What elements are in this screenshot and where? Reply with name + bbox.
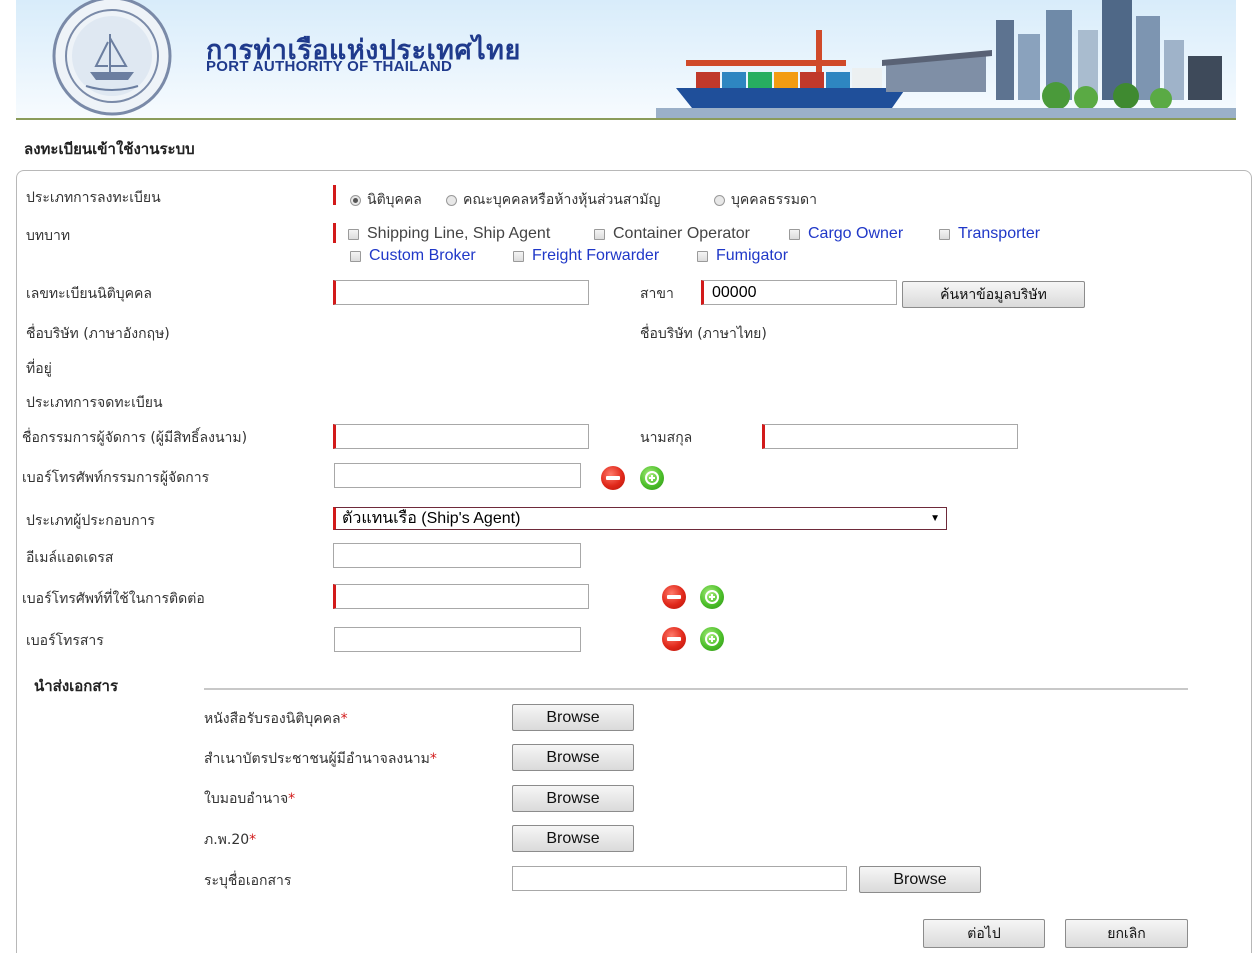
role-transporter[interactable]: Transporter <box>939 225 1040 243</box>
checkbox[interactable] <box>350 250 361 262</box>
email-input[interactable] <box>333 543 581 568</box>
other-doc-label: ระบุชื่อเอกสาร <box>204 873 292 889</box>
director-phone-label: เบอร์โทรศัพท์กรรมการผู้จัดการ <box>22 470 210 486</box>
director-name-input[interactable] <box>333 424 589 449</box>
operator-type-select[interactable]: ตัวแทนเรือ (Ship's Agent) ▼ <box>333 507 947 530</box>
role-container-operator[interactable]: Container Operator <box>594 225 750 243</box>
radio-group-partnership[interactable]: คณะบุคคลหรือห้างหุ้นส่วนสามัญ <box>446 189 661 211</box>
brand-title-english: PORT AUTHORITY OF THAILAND <box>206 58 453 75</box>
role-option-label: Freight Forwarder <box>532 247 660 264</box>
radio-individual[interactable]: บุคคลธรรมดา <box>714 189 817 211</box>
required-marker <box>333 223 336 243</box>
remove-contact-phone-icon[interactable] <box>662 585 686 609</box>
surname-label: นามสกุล <box>640 430 693 446</box>
page-title: ลงทะเบียนเข้าใช้งานระบบ <box>24 140 195 158</box>
browse-button[interactable]: Browse <box>512 704 634 731</box>
company-name-th-label: ชื่อบริษัท (ภาษาไทย) <box>640 326 767 342</box>
role-custom-broker[interactable]: Custom Broker <box>350 247 476 265</box>
doc-label: สำเนาบัตรประชาชนผู้มีอำนาจลงนาม* <box>204 751 437 767</box>
radio-dot[interactable] <box>446 194 457 206</box>
browse-button[interactable]: Browse <box>859 866 981 893</box>
contact-phone-input[interactable] <box>333 584 589 609</box>
checkbox[interactable] <box>697 250 708 262</box>
header-banner: การท่าเรือแห่งประเทศไทย PORT AUTHORITY O… <box>16 0 1236 120</box>
remove-fax-icon[interactable] <box>662 627 686 651</box>
dropdown-arrow-icon[interactable]: ▼ <box>930 513 940 524</box>
reg-type-label: ประเภทการลงทะเบียน <box>26 190 161 206</box>
role-label: บทบาท <box>26 228 71 244</box>
doc-label: หนังสือรับรองนิติบุคคล* <box>204 711 348 727</box>
juristic-id-input[interactable] <box>333 280 589 305</box>
company-name-en-label: ชื่อบริษัท (ภาษาอังกฤษ) <box>26 326 170 342</box>
port-skyline-illustration <box>656 0 1236 118</box>
operator-type-label: ประเภทผู้ประกอบการ <box>26 513 155 529</box>
browse-button[interactable]: Browse <box>512 825 634 852</box>
role-shipping-line[interactable]: Shipping Line, Ship Agent <box>348 225 550 243</box>
add-contact-phone-icon[interactable] <box>700 585 724 609</box>
role-cargo-owner[interactable]: Cargo Owner <box>789 225 903 243</box>
juristic-id-label: เลขทะเบียนนิติบุคคล <box>26 286 152 302</box>
role-freight-forwarder[interactable]: Freight Forwarder <box>513 247 659 265</box>
role-option-label: Custom Broker <box>369 247 476 264</box>
address-label: ที่อยู่ <box>26 361 52 377</box>
branch-label: สาขา <box>640 286 674 302</box>
checkbox[interactable] <box>513 250 524 262</box>
browse-button[interactable]: Browse <box>512 744 634 771</box>
radio-label: บุคคลธรรมดา <box>731 192 817 208</box>
radio-label: คณะบุคคลหรือห้างหุ้นส่วนสามัญ <box>463 192 661 208</box>
role-option-label: Shipping Line, Ship Agent <box>367 225 551 242</box>
director-name-label: ชื่อกรรมการผู้จัดการ (ผู้มีสิทธิ์ลงนาม) <box>22 430 248 446</box>
search-company-button[interactable]: ค้นหาข้อมูลบริษัท <box>902 281 1085 308</box>
next-button[interactable]: ต่อไป <box>923 919 1045 948</box>
checkbox[interactable] <box>789 228 800 240</box>
radio-dot[interactable] <box>714 194 725 206</box>
remove-phone-icon[interactable] <box>601 466 625 490</box>
required-marker <box>333 185 336 205</box>
checkbox[interactable] <box>348 228 359 240</box>
surname-input[interactable] <box>762 424 1018 449</box>
radio-juristic[interactable]: นิติบุคคล <box>350 189 422 211</box>
role-fumigator[interactable]: Fumigator <box>697 247 788 265</box>
operator-type-value: ตัวแทนเรือ (Ship's Agent) <box>342 510 521 527</box>
cancel-button[interactable]: ยกเลิก <box>1065 919 1188 948</box>
role-option-label: Transporter <box>958 225 1041 242</box>
fax-input[interactable] <box>334 627 581 652</box>
role-option-label: Fumigator <box>716 247 789 264</box>
email-label: อีเมล์แอดเดรส <box>26 550 114 566</box>
other-doc-name-input[interactable] <box>512 866 847 891</box>
doc-label: ภ.พ.20* <box>204 832 257 848</box>
role-option-label: Container Operator <box>613 225 750 242</box>
browse-button[interactable]: Browse <box>512 785 634 812</box>
add-phone-icon[interactable] <box>640 466 664 490</box>
radio-dot[interactable] <box>350 194 361 206</box>
branch-input[interactable] <box>701 280 897 305</box>
doc-label: ใบมอบอำนาจ* <box>204 791 296 807</box>
radio-label: นิติบุคคล <box>367 192 422 208</box>
contact-phone-label: เบอร์โทรศัพท์ที่ใช้ในการติดต่อ <box>22 591 205 607</box>
add-fax-icon[interactable] <box>700 627 724 651</box>
director-phone-input[interactable] <box>334 463 581 488</box>
fax-label: เบอร์โทรสาร <box>26 633 104 649</box>
registration-type-label: ประเภทการจดทะเบียน <box>26 395 163 411</box>
checkbox[interactable] <box>939 228 950 240</box>
role-option-label: Cargo Owner <box>808 225 904 242</box>
documents-section-title: นำส่งเอกสาร <box>34 677 119 695</box>
checkbox[interactable] <box>594 228 605 240</box>
section-divider <box>204 688 1188 690</box>
port-authority-seal-icon <box>52 0 172 116</box>
